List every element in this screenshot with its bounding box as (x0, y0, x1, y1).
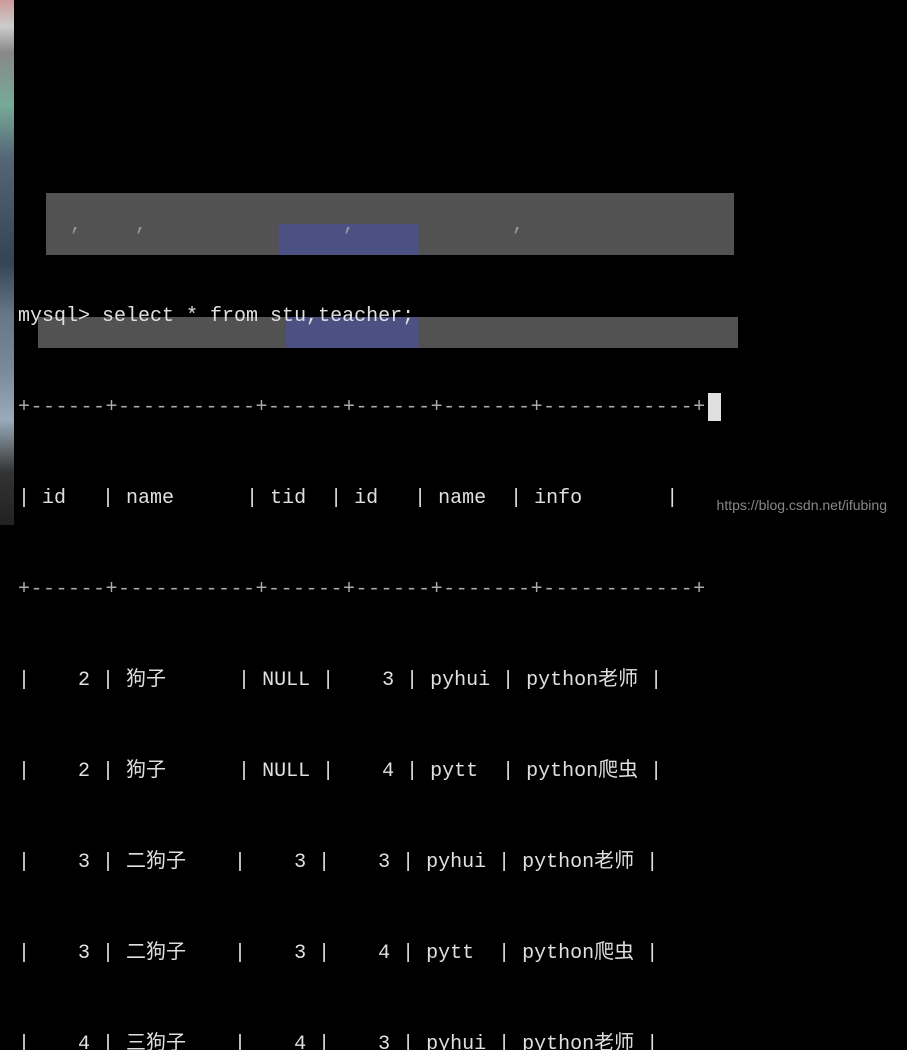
cell: 4 (378, 942, 390, 965)
watermark-text: https://blog.csdn.net/ifubing (717, 497, 887, 513)
col-header: id (354, 487, 378, 510)
cell: 4 (382, 760, 394, 783)
terminal-area[interactable]: , , , , mysql> select * from stu,teacher… (14, 0, 907, 525)
cell: 3 (378, 1033, 390, 1050)
cell: 狗子 (126, 760, 166, 783)
col-header: info (534, 487, 582, 510)
cell: pytt (430, 760, 478, 783)
cell: 3 (78, 851, 90, 874)
cell: 狗子 (126, 669, 166, 692)
cell: python老师 (522, 851, 634, 874)
col-header: id (42, 487, 66, 510)
col-header: name (126, 487, 174, 510)
cell: python老师 (522, 1033, 634, 1050)
cell: pytt (426, 942, 474, 965)
table-row: | 2 | 狗子 | NULL | 3 | pyhui | python老师 | (18, 665, 907, 696)
cell: 3 (378, 851, 390, 874)
sql-query: select * from stu,teacher; (102, 305, 414, 328)
table-row: | 3 | 二狗子 | 3 | 3 | pyhui | python老师 | (18, 847, 907, 878)
cell: 4 (78, 1033, 90, 1050)
cell: pyhui (426, 851, 486, 874)
table-separator: +------+-----------+------+------+------… (18, 392, 907, 423)
cell: python爬虫 (526, 760, 638, 783)
cell: 3 (382, 669, 394, 692)
cell: 2 (78, 669, 90, 692)
cursor (708, 393, 721, 421)
cell: NULL (262, 760, 310, 783)
table-row: | 4 | 三狗子 | 4 | 3 | pyhui | python老师 | (18, 1029, 907, 1050)
terminal-line: , , , , (18, 210, 907, 241)
cell: 3 (294, 942, 306, 965)
cell: pyhui (426, 1033, 486, 1050)
cell: 三狗子 (126, 1033, 186, 1050)
table-separator: +------+-----------+------+------+------… (18, 574, 907, 605)
cell: 3 (78, 942, 90, 965)
table-row: | 2 | 狗子 | NULL | 4 | pytt | python爬虫 | (18, 756, 907, 787)
cell: 二狗子 (126, 851, 186, 874)
table-row: | 3 | 二狗子 | 3 | 4 | pytt | python爬虫 | (18, 938, 907, 969)
cell: 2 (78, 760, 90, 783)
cell: 二狗子 (126, 942, 186, 965)
mysql-prompt: mysql> (18, 305, 90, 328)
cell: python老师 (526, 669, 638, 692)
cell: python爬虫 (522, 942, 634, 965)
cell: pyhui (430, 669, 490, 692)
cell: NULL (262, 669, 310, 692)
cell: 3 (294, 851, 306, 874)
cell: 4 (294, 1033, 306, 1050)
col-header: name (438, 487, 486, 510)
sidebar-sliver (0, 0, 14, 525)
col-header: tid (270, 487, 306, 510)
